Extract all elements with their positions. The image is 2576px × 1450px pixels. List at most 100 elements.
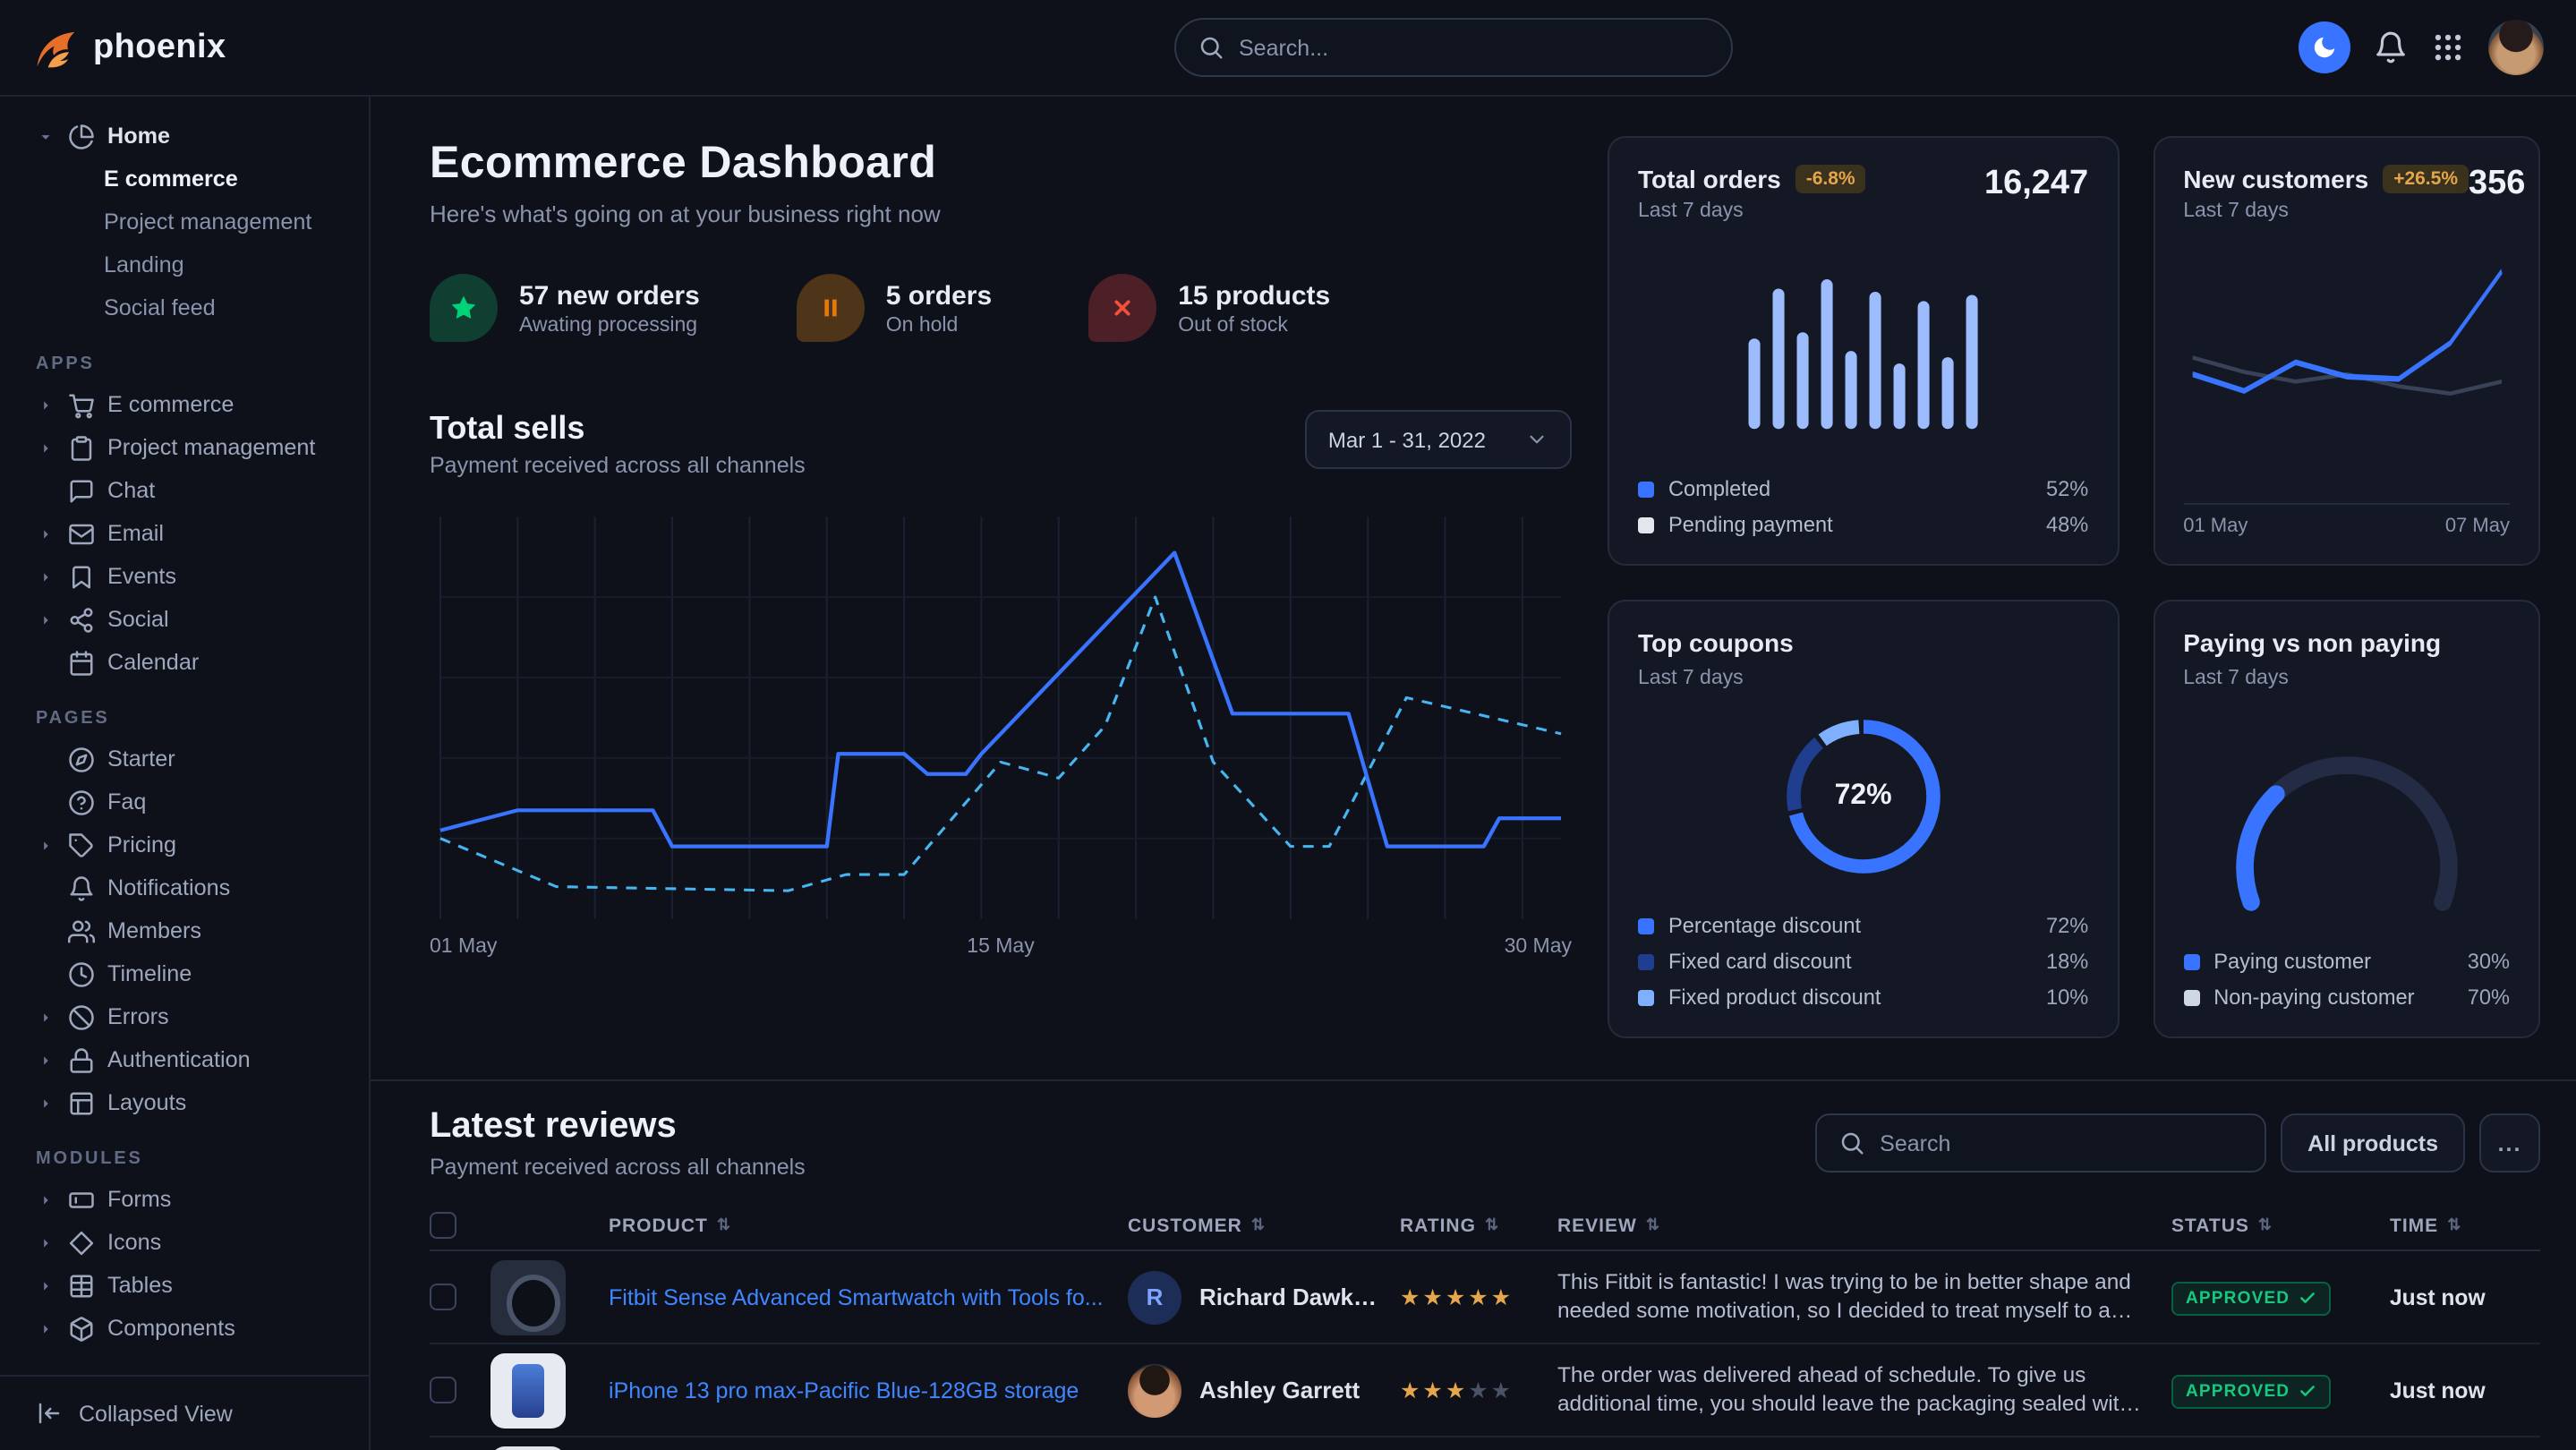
moon-icon [2311, 34, 2338, 61]
sort-icon[interactable]: ⇅ [717, 1215, 731, 1235]
sidebar-item-icon [68, 520, 95, 547]
legend-swatch [1638, 953, 1654, 969]
product-link[interactable]: iPhone 13 pro max-Pacific Blue-128GB sto… [609, 1378, 1106, 1403]
sidebar-item-icon [68, 606, 95, 633]
product-thumbnail[interactable] [490, 1259, 566, 1335]
sidebar-item[interactable]: Forms [0, 1178, 369, 1221]
row-checkbox[interactable] [430, 1377, 456, 1403]
customer-avatar[interactable]: R [1128, 1270, 1181, 1324]
sidebar-subitem[interactable]: E commerce [0, 158, 369, 200]
card-period: Last 7 days [1638, 200, 1866, 222]
collapsed-view-toggle[interactable]: Collapsed View [0, 1375, 369, 1450]
trend-badge: +26.5% [2383, 165, 2469, 193]
sidebar-item[interactable]: Events [0, 555, 369, 598]
brand[interactable]: phoenix [0, 24, 226, 71]
sidebar-item[interactable]: Faq [0, 780, 369, 823]
sidebar-item[interactable]: Starter [0, 738, 369, 780]
collapsed-view-label: Collapsed View [79, 1401, 233, 1426]
sort-icon[interactable]: ⇅ [2447, 1215, 2461, 1235]
sidebar-item[interactable]: Social [0, 598, 369, 641]
caret-right-icon [36, 1275, 55, 1295]
stat-item: 5 orders On hold [797, 274, 992, 342]
apps-grid-icon[interactable] [2431, 30, 2465, 64]
select-all-checkbox[interactable] [430, 1212, 456, 1239]
sidebar-item[interactable]: Timeline [0, 952, 369, 995]
stat-sub: Out of stock [1178, 314, 1330, 336]
caret-right-icon [36, 1093, 55, 1113]
check-icon [2299, 1289, 2316, 1307]
navbar-actions [2299, 20, 2576, 75]
sidebar-item[interactable]: Notifications [0, 866, 369, 909]
stat-blob [797, 274, 865, 342]
profile-avatar[interactable] [2488, 20, 2544, 75]
app-root: phoenix Home [0, 0, 2576, 1450]
sidebar-item[interactable]: E commerce [0, 383, 369, 426]
sidebar-item-label: Calendar [107, 650, 199, 675]
sort-icon[interactable]: ⇅ [1251, 1215, 1266, 1235]
legend-value: 72% [2046, 913, 2088, 938]
date-range-label: Mar 1 - 31, 2022 [1328, 427, 1486, 452]
sidebar-item[interactable]: Errors [0, 995, 369, 1038]
sidebar-home-children: E commerce Project management Landing So… [0, 158, 369, 329]
sidebar-item-label: Starter [107, 746, 175, 772]
sidebar-item-label: E commerce [107, 392, 234, 417]
sidebar-modules-items: Forms Icons Tables [0, 1178, 369, 1350]
product-thumbnail[interactable] [490, 1352, 566, 1428]
sidebar-item[interactable]: Members [0, 909, 369, 952]
review-row: Fitbit Sense Advanced Smartwatch with To… [430, 1251, 2540, 1344]
reviews-table: PRODUCT⇅ CUSTOMER⇅ RATING⇅ REVIEW⇅ STATU… [430, 1201, 2540, 1450]
sidebar-item[interactable]: Calendar [0, 641, 369, 684]
sidebar-item[interactable]: Icons [0, 1221, 369, 1264]
all-products-button[interactable]: All products [2281, 1113, 2465, 1173]
sidebar-item[interactable]: Pricing [0, 823, 369, 866]
product-link[interactable]: Fitbit Sense Advanced Smartwatch with To… [609, 1284, 1106, 1309]
sidebar-subitem[interactable]: Landing [0, 243, 369, 286]
total-sells-title: Total sells [430, 410, 806, 448]
reviews-table-header: PRODUCT⇅ CUSTOMER⇅ RATING⇅ REVIEW⇅ STATU… [430, 1201, 2540, 1251]
sidebar-item[interactable]: Components [0, 1307, 369, 1350]
theme-toggle-button[interactable] [2299, 21, 2350, 73]
product-thumbnail[interactable] [490, 1446, 566, 1450]
sidebar-item[interactable]: Authentication [0, 1038, 369, 1081]
date-range-select[interactable]: Mar 1 - 31, 2022 [1305, 410, 1572, 469]
sidebar-subitem[interactable]: Social feed [0, 286, 369, 329]
column-time: TIME [2390, 1215, 2438, 1236]
more-options-button[interactable]: ... [2479, 1113, 2540, 1173]
sort-icon[interactable]: ⇅ [1646, 1215, 1660, 1235]
reviews-search-input[interactable] [1880, 1130, 2243, 1156]
sidebar-item[interactable]: Email [0, 512, 369, 555]
avatar-initial: R [1147, 1284, 1164, 1310]
sort-icon[interactable]: ⇅ [1485, 1215, 1499, 1235]
stat-value: 5 orders [886, 280, 992, 311]
paying-card: Paying vs non paying Last 7 days Paying … [2153, 600, 2540, 1038]
total-sells-subtitle: Payment received across all channels [430, 453, 806, 478]
sidebar-item[interactable]: Chat [0, 469, 369, 512]
rating-stars: ★★★★★ [1400, 1378, 1514, 1403]
legend-value: 70% [2468, 985, 2510, 1010]
legend-value: 52% [2046, 476, 2088, 501]
latest-reviews-section: Latest reviews Payment received across a… [371, 1079, 2576, 1450]
sidebar-item[interactable]: Project management [0, 426, 369, 469]
sidebar: Home E commerce Project management Landi… [0, 97, 371, 1450]
card-title: Total orders [1638, 165, 1781, 193]
sidebar-item[interactable]: Tables [0, 1264, 369, 1307]
chevron-down-icon [1525, 428, 1548, 451]
sidebar-subitem[interactable]: Project management [0, 200, 369, 243]
review-row: iPhone 13 pro max-Pacific Blue-128GB sto… [430, 1344, 2540, 1437]
caret-right-icon [36, 1007, 55, 1027]
total-sells-x-labels: 01 May 15 May 30 May [430, 936, 1572, 958]
row-checkbox[interactable] [430, 1284, 456, 1310]
caret-right-icon [36, 610, 55, 629]
customer-avatar[interactable] [1128, 1363, 1181, 1417]
legend-label: Fixed product discount [1668, 985, 2046, 1010]
sidebar-apps-items: E commerce Project management Chat [0, 383, 369, 684]
notifications-bell-icon[interactable] [2374, 30, 2408, 64]
new-customers-card: New customers +26.5% Last 7 days 356 01 … [2153, 136, 2540, 566]
sidebar-item[interactable]: Layouts [0, 1081, 369, 1124]
sidebar-item-icon [68, 1003, 95, 1030]
sort-icon[interactable]: ⇅ [2258, 1215, 2273, 1235]
sidebar-item-icon [68, 649, 95, 676]
sidebar-item-icon [68, 1186, 95, 1213]
sidebar-item-home[interactable]: Home [0, 115, 369, 158]
search-input[interactable] [1239, 35, 1710, 60]
